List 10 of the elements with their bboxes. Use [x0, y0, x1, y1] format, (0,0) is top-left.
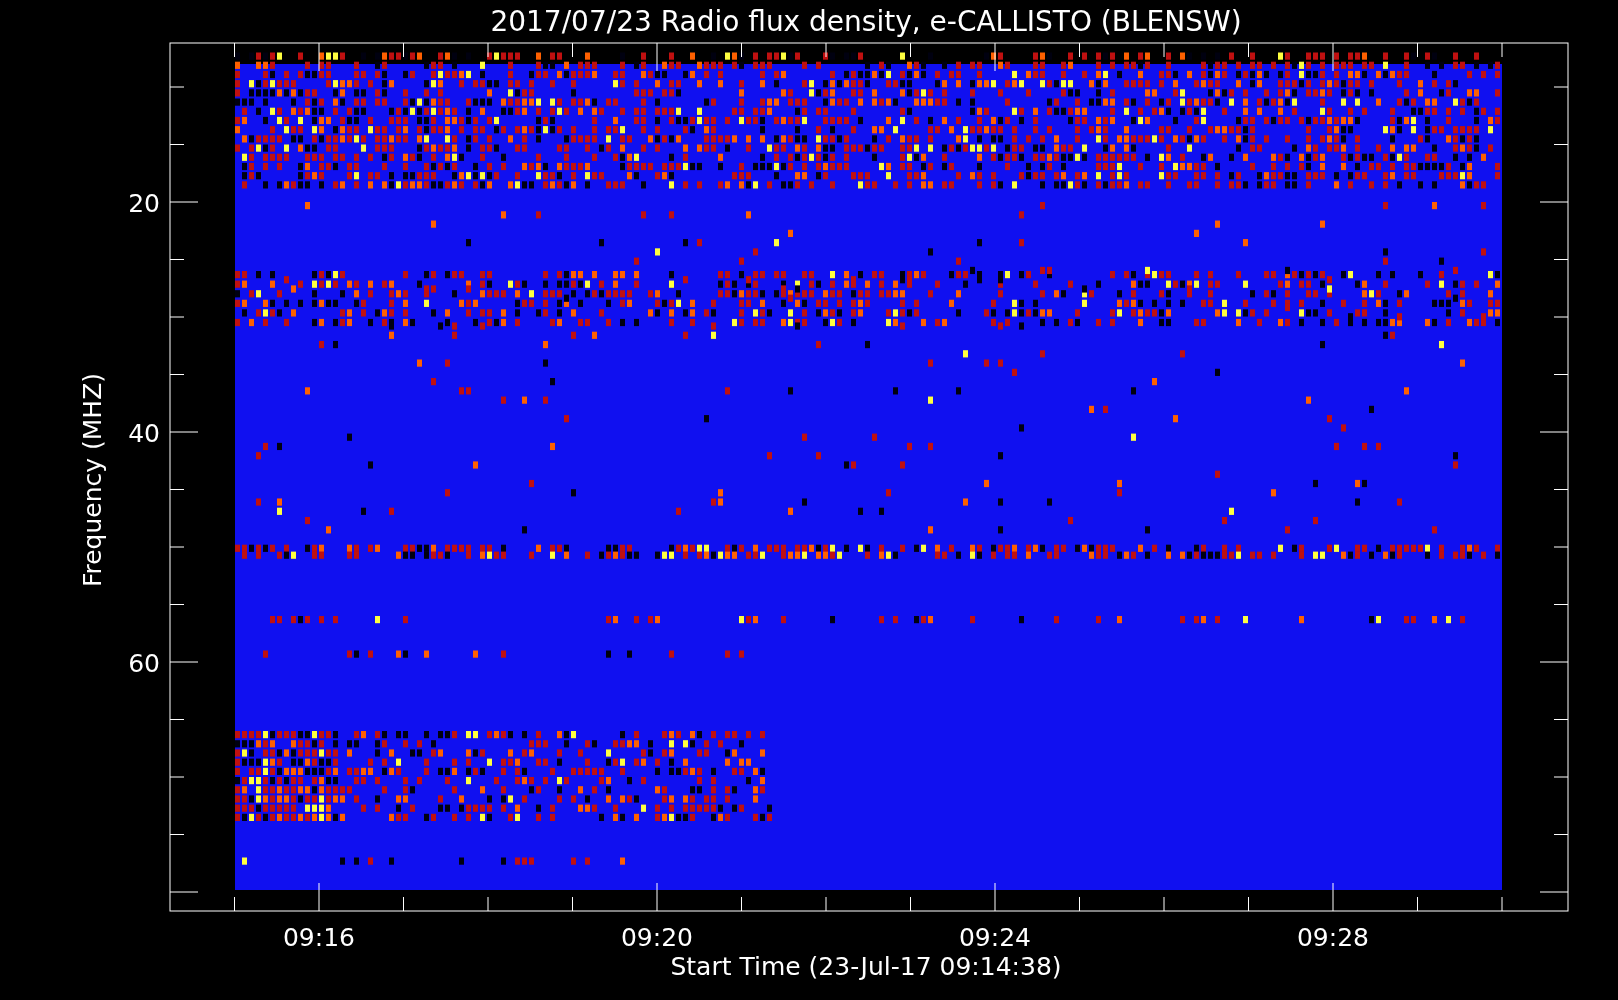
axis-tick-label: 09:20 — [621, 923, 693, 952]
axis-tick-label: 09:16 — [283, 923, 355, 952]
axis-label: Frequency (MHZ) — [78, 372, 107, 588]
axis-tick-label: 20 — [128, 189, 160, 218]
axis-tick-label: 09:28 — [1297, 923, 1369, 952]
axis-tick-label: 40 — [128, 419, 160, 448]
axis-tick-label: 60 — [128, 649, 160, 678]
chart-title: 2017/07/23 Radio flux density, e-CALLISTO (BLENSW) — [490, 5, 1242, 38]
axis-tick-label: 09:24 — [959, 923, 1031, 952]
axis-label: Start Time (23-Jul-17 09:14:38) — [670, 952, 1062, 981]
